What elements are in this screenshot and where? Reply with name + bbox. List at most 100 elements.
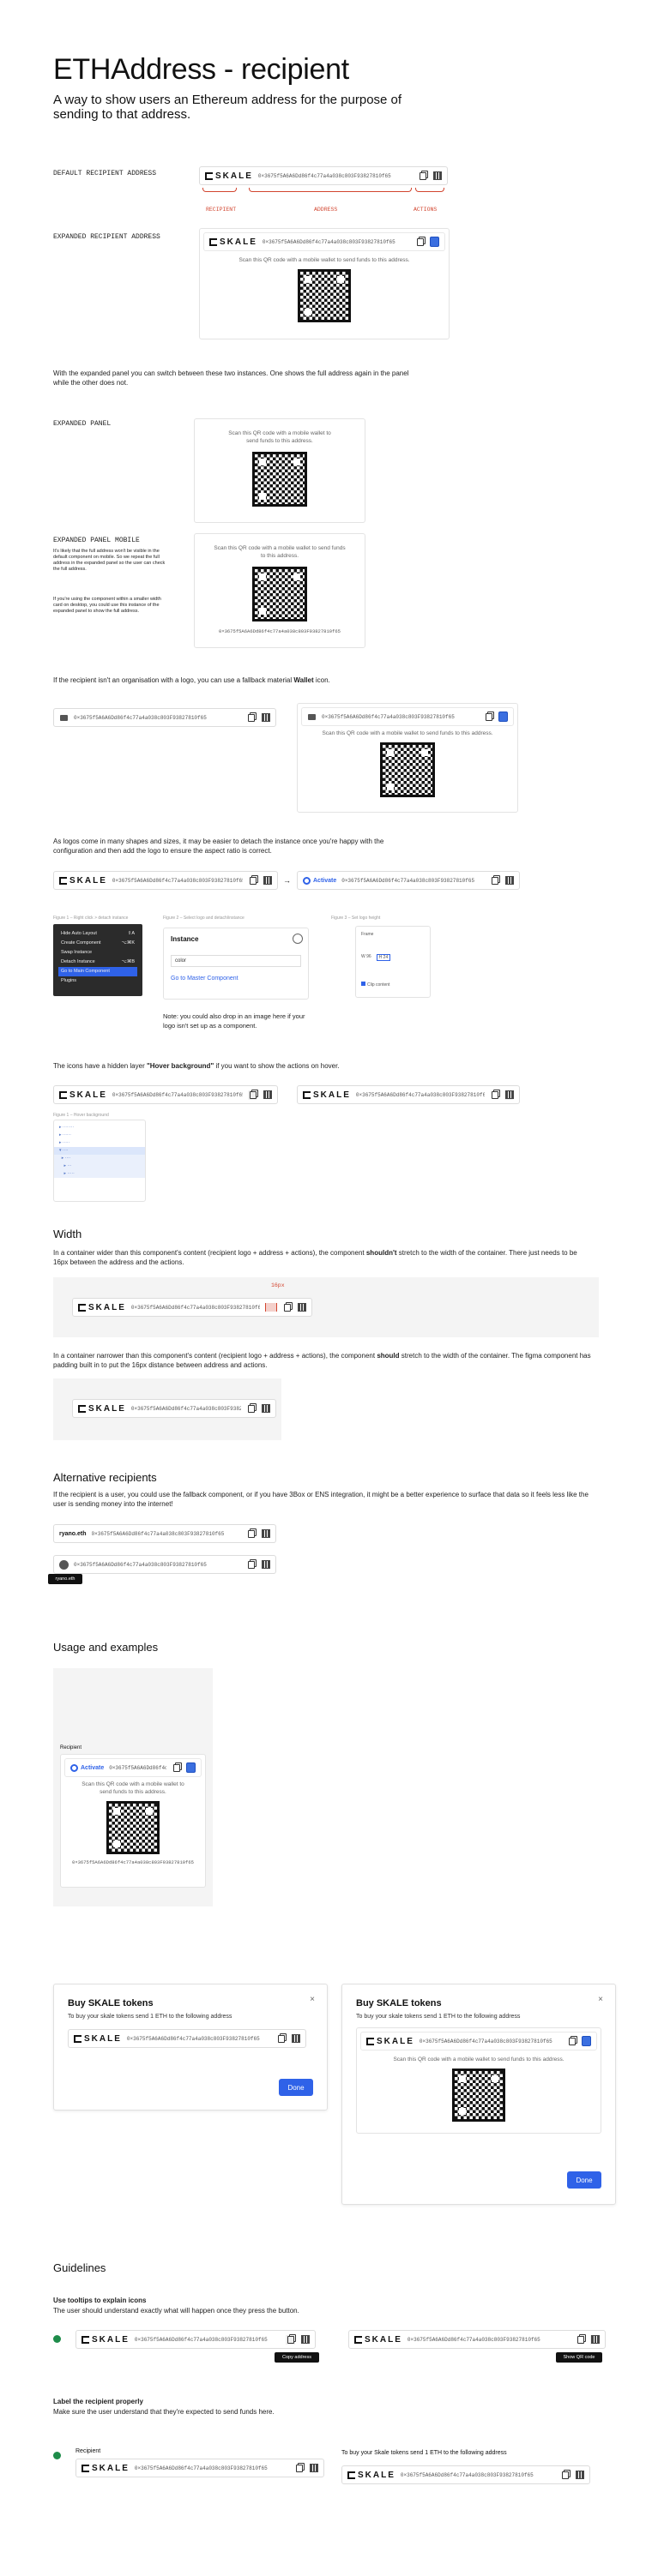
qr-code-icon[interactable] [590,2334,600,2345]
avatar[interactable] [59,1559,69,1570]
section-label-default: DEFAULT RECIPIENT ADDRESS [53,170,157,177]
copy-icon[interactable] [484,712,493,722]
close-icon[interactable]: × [310,1995,315,2004]
qr-code-icon[interactable] [263,1090,272,1100]
qr-code-icon[interactable] [261,1560,270,1570]
qr-code-icon[interactable] [261,713,270,723]
layer-row[interactable]: ▸ ···· [54,1155,145,1162]
layer-row[interactable]: ▸ ····· [54,1170,145,1178]
qr-code-image [106,1801,160,1854]
copy-icon[interactable] [415,237,425,247]
copy-icon[interactable] [276,2034,286,2044]
wallet-icon [59,713,69,723]
label-heading: Label the recipient properly [53,2398,143,2405]
width-text-2: In a container narrower than this compon… [53,1352,591,1369]
copy-icon[interactable] [567,2037,577,2046]
menu-item[interactable]: Plugins [58,976,137,986]
menu-item[interactable]: Swap Instance [58,948,137,958]
close-icon[interactable]: × [598,1995,603,2004]
layer-row[interactable]: ▸ ····· [54,1139,145,1147]
modal-body: To buy your skale tokens send 1 ETH to t… [356,2014,521,2020]
copy-icon[interactable] [560,2471,570,2480]
qr-code-icon[interactable] [300,2335,310,2345]
menu-item[interactable]: Create Component ⌥⌘K [58,939,137,948]
done-button[interactable]: Done [567,2171,601,2189]
buy-modal: Buy SKALE tokens × To buy your skale tok… [53,1984,328,2111]
qr-code-icon-active[interactable] [430,237,439,247]
qr-code-icon[interactable] [309,2464,318,2473]
copy-icon[interactable] [248,876,257,886]
copy-icon[interactable] [246,713,256,723]
layer-row[interactable]: ▸ ··· [54,1162,145,1170]
label-text: Make sure the user understand that they'… [53,2408,275,2416]
recipient-sentence: SKALE 0×3675f5A6A6Dd86f4c77a4a038c803F93… [341,2465,590,2484]
qr-instructions: Scan this QR code with a mobile wallet t… [228,430,331,444]
instruction-text: To buy your Skale tokens send 1 ETH to t… [341,2450,507,2456]
copy-icon[interactable] [282,1303,292,1312]
copy-icon[interactable] [490,876,499,886]
recipient-wallet-expanded: 0×3675f5A6A6Dd86f4c77a4a038c803F93827810… [297,703,518,813]
clip-content-checkbox[interactable]: Clip content [361,982,425,988]
qr-code-icon[interactable] [575,2471,584,2480]
copy-icon[interactable] [246,1560,256,1570]
recipient-ens: ryano.eth 0×3675f5A6A6Dd86f4c77a4a038c80… [53,1524,276,1543]
recipient-hover-2: SKALE 0×3675f5A6A6Dd86f4c77a4a038c803F93… [297,1085,520,1104]
qr-code-image [252,567,307,621]
instance-panel: Instance color Go to Master Component [163,928,309,1000]
heading-usage: Usage and examples [53,1641,159,1654]
frame-height[interactable]: H 24 [376,954,391,961]
qr-code-icon[interactable] [291,2034,300,2044]
copy-icon[interactable] [294,2464,304,2473]
frame-panel: Frame W 96 H 24 Clip content [355,926,431,998]
address-text: 0×3675f5A6A6Dd86f4c77a4a038c803F93827810… [257,172,391,179]
master-component-link[interactable]: Go to Master Component [171,976,301,982]
qr-code-icon-active[interactable] [186,1762,196,1773]
instance-select[interactable]: color [171,955,301,967]
qr-code-icon[interactable] [261,1404,270,1414]
copy-icon[interactable] [248,1090,257,1100]
target-icon[interactable] [293,934,303,944]
copy-icon[interactable] [418,171,427,181]
expanded-panel-mobile: Scan this QR code with a mobile wallet t… [194,533,365,648]
spacing-indicator [265,1303,277,1312]
layer-row[interactable]: ▸ ······ [54,1132,145,1139]
width-text-1: In a container wider than this component… [53,1249,577,1266]
copy-icon[interactable] [576,2335,585,2345]
modal-title: Buy SKALE tokens [68,1998,154,2009]
frame-width[interactable]: W 96 [361,954,371,961]
qr-code-icon[interactable] [263,876,272,886]
recipient-label: Recipient [60,1745,82,1750]
copy-icon[interactable] [286,2334,295,2345]
qr-code-icon[interactable] [432,171,442,181]
copy-icon[interactable] [490,1090,499,1100]
layer-row-selected[interactable]: ▾ ···· [54,1147,145,1155]
layers-panel: ▸ ········ ▸ ······ ▸ ····· ▾ ···· ▸ ···· … [53,1120,146,1202]
qr-code-image [298,269,351,322]
recipient-default: SKALE 0×3675f5A6A6Dd86f4c77a4a038c803F93… [199,166,448,185]
recipient-wallet: 0×3675f5A6A6Dd86f4c77a4a038c803F93827810… [53,708,276,727]
done-button[interactable]: Done [279,2079,313,2096]
alt-text: If the recipient is a user, you could us… [53,1491,589,1508]
menu-item[interactable]: Hide Auto Layout ⇧A [58,929,137,939]
menu-item[interactable]: Go to Main Component [58,967,137,976]
skale-logo: SKALE [78,1404,126,1414]
qr-code-icon[interactable] [297,1303,306,1312]
address-text: 0×3675f5A6A6Dd86f4c77a4a038c803F93827810… [134,2465,268,2471]
copy-icon[interactable] [246,1404,256,1414]
copy-icon[interactable] [172,1763,181,1773]
qr-code-icon-active[interactable] [498,712,508,722]
address-text: 0×3675f5A6A6Dd86f4c77a4a038c803F93827810… [134,2336,268,2343]
tooltips-heading: Use tooltips to explain icons [53,2297,147,2304]
address-text: 0×3675f5A6A6Dd86f4c77a4a038c803F [109,1764,166,1771]
qr-code-icon[interactable] [504,876,514,886]
copy-icon[interactable] [246,1529,256,1539]
qr-code-icon-active[interactable] [582,2036,591,2046]
layer-row[interactable]: ▸ ········ [54,1124,145,1132]
annotation-recipient: RECIPIENT [206,207,237,213]
menu-item[interactable]: Detach Instance ⌥⌘B [58,958,137,967]
qr-code-icon[interactable] [261,1529,270,1539]
instance-title: Instance [171,935,199,943]
address-text: 0×3675f5A6A6Dd86f4c77a4a038c803F93827810… [126,2035,260,2042]
switch-text: With the expanded panel you can switch b… [53,369,409,387]
qr-code-icon[interactable] [504,1090,514,1100]
